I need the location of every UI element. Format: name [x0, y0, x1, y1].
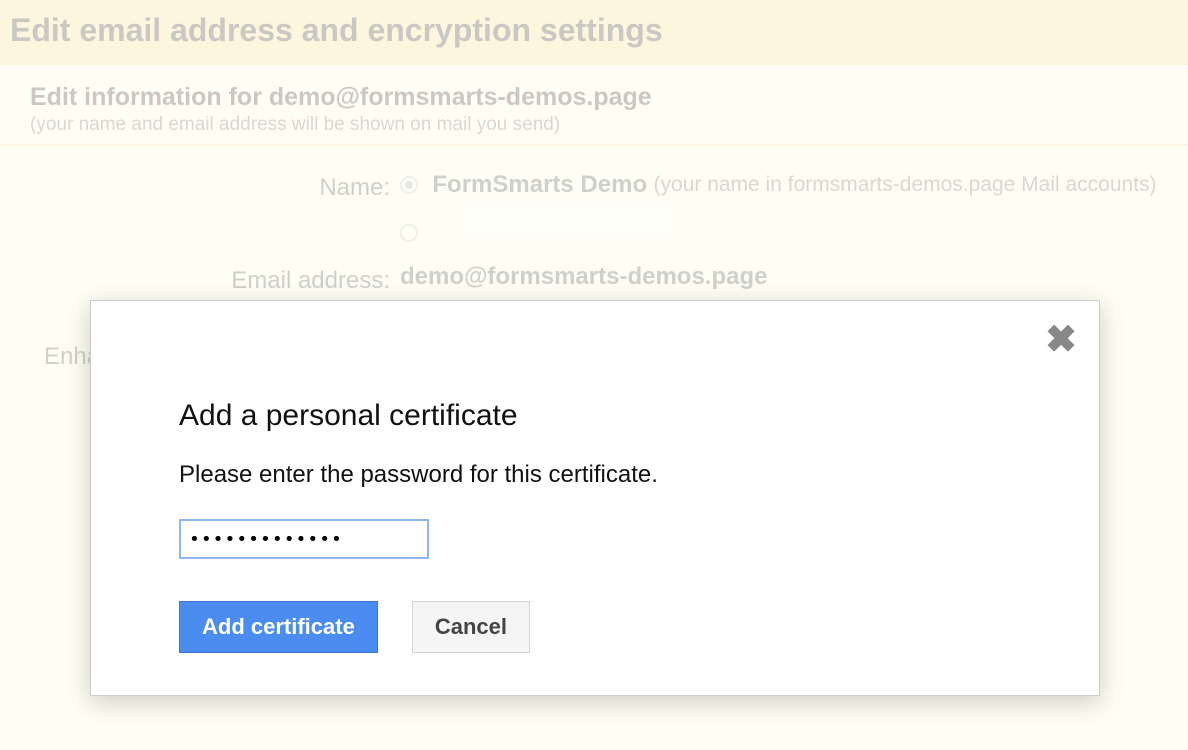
email-row: Email address: demo@formsmarts-demos.pag… — [20, 263, 1168, 295]
name-label: Name: — [20, 170, 400, 202]
email-value: demo@formsmarts-demos.page — [400, 263, 768, 290]
custom-name-input[interactable] — [462, 205, 672, 239]
subheader-note: (your name and email address will be sho… — [30, 114, 1158, 136]
modal-body: Add a personal certificate Please enter … — [91, 399, 1099, 653]
name-radio-custom[interactable] — [400, 224, 418, 242]
email-label: Email address: — [20, 263, 400, 295]
add-certificate-button[interactable]: Add certificate — [179, 601, 378, 653]
subheader: Edit information for demo@formsmarts-dem… — [0, 65, 1188, 146]
certificate-password-input[interactable] — [179, 519, 429, 559]
page-title: Edit email address and encryption settin… — [10, 12, 1178, 49]
email-value-block: demo@formsmarts-demos.page — [400, 263, 1168, 291]
add-certificate-modal: ✖ Add a personal certificate Please ente… — [90, 300, 1100, 696]
modal-title: Add a personal certificate — [179, 399, 1011, 433]
modal-buttons: Add certificate Cancel — [179, 601, 1011, 653]
name-value: FormSmarts Demo — [432, 171, 647, 198]
page-root: Edit email address and encryption settin… — [0, 0, 1188, 750]
name-value-block: FormSmarts Demo (your name in formsmarts… — [400, 170, 1168, 245]
name-hint: (your name in formsmarts-demos.page Mail… — [654, 173, 1157, 196]
name-radio-selected[interactable] — [400, 176, 418, 194]
modal-text: Please enter the password for this certi… — [179, 461, 1011, 489]
close-icon[interactable]: ✖ — [1045, 321, 1077, 359]
header-bar: Edit email address and encryption settin… — [0, 0, 1188, 65]
name-row: Name: FormSmarts Demo (your name in form… — [20, 170, 1168, 245]
cancel-button[interactable]: Cancel — [412, 601, 530, 653]
subheader-main: Edit information for demo@formsmarts-dem… — [30, 83, 1158, 112]
